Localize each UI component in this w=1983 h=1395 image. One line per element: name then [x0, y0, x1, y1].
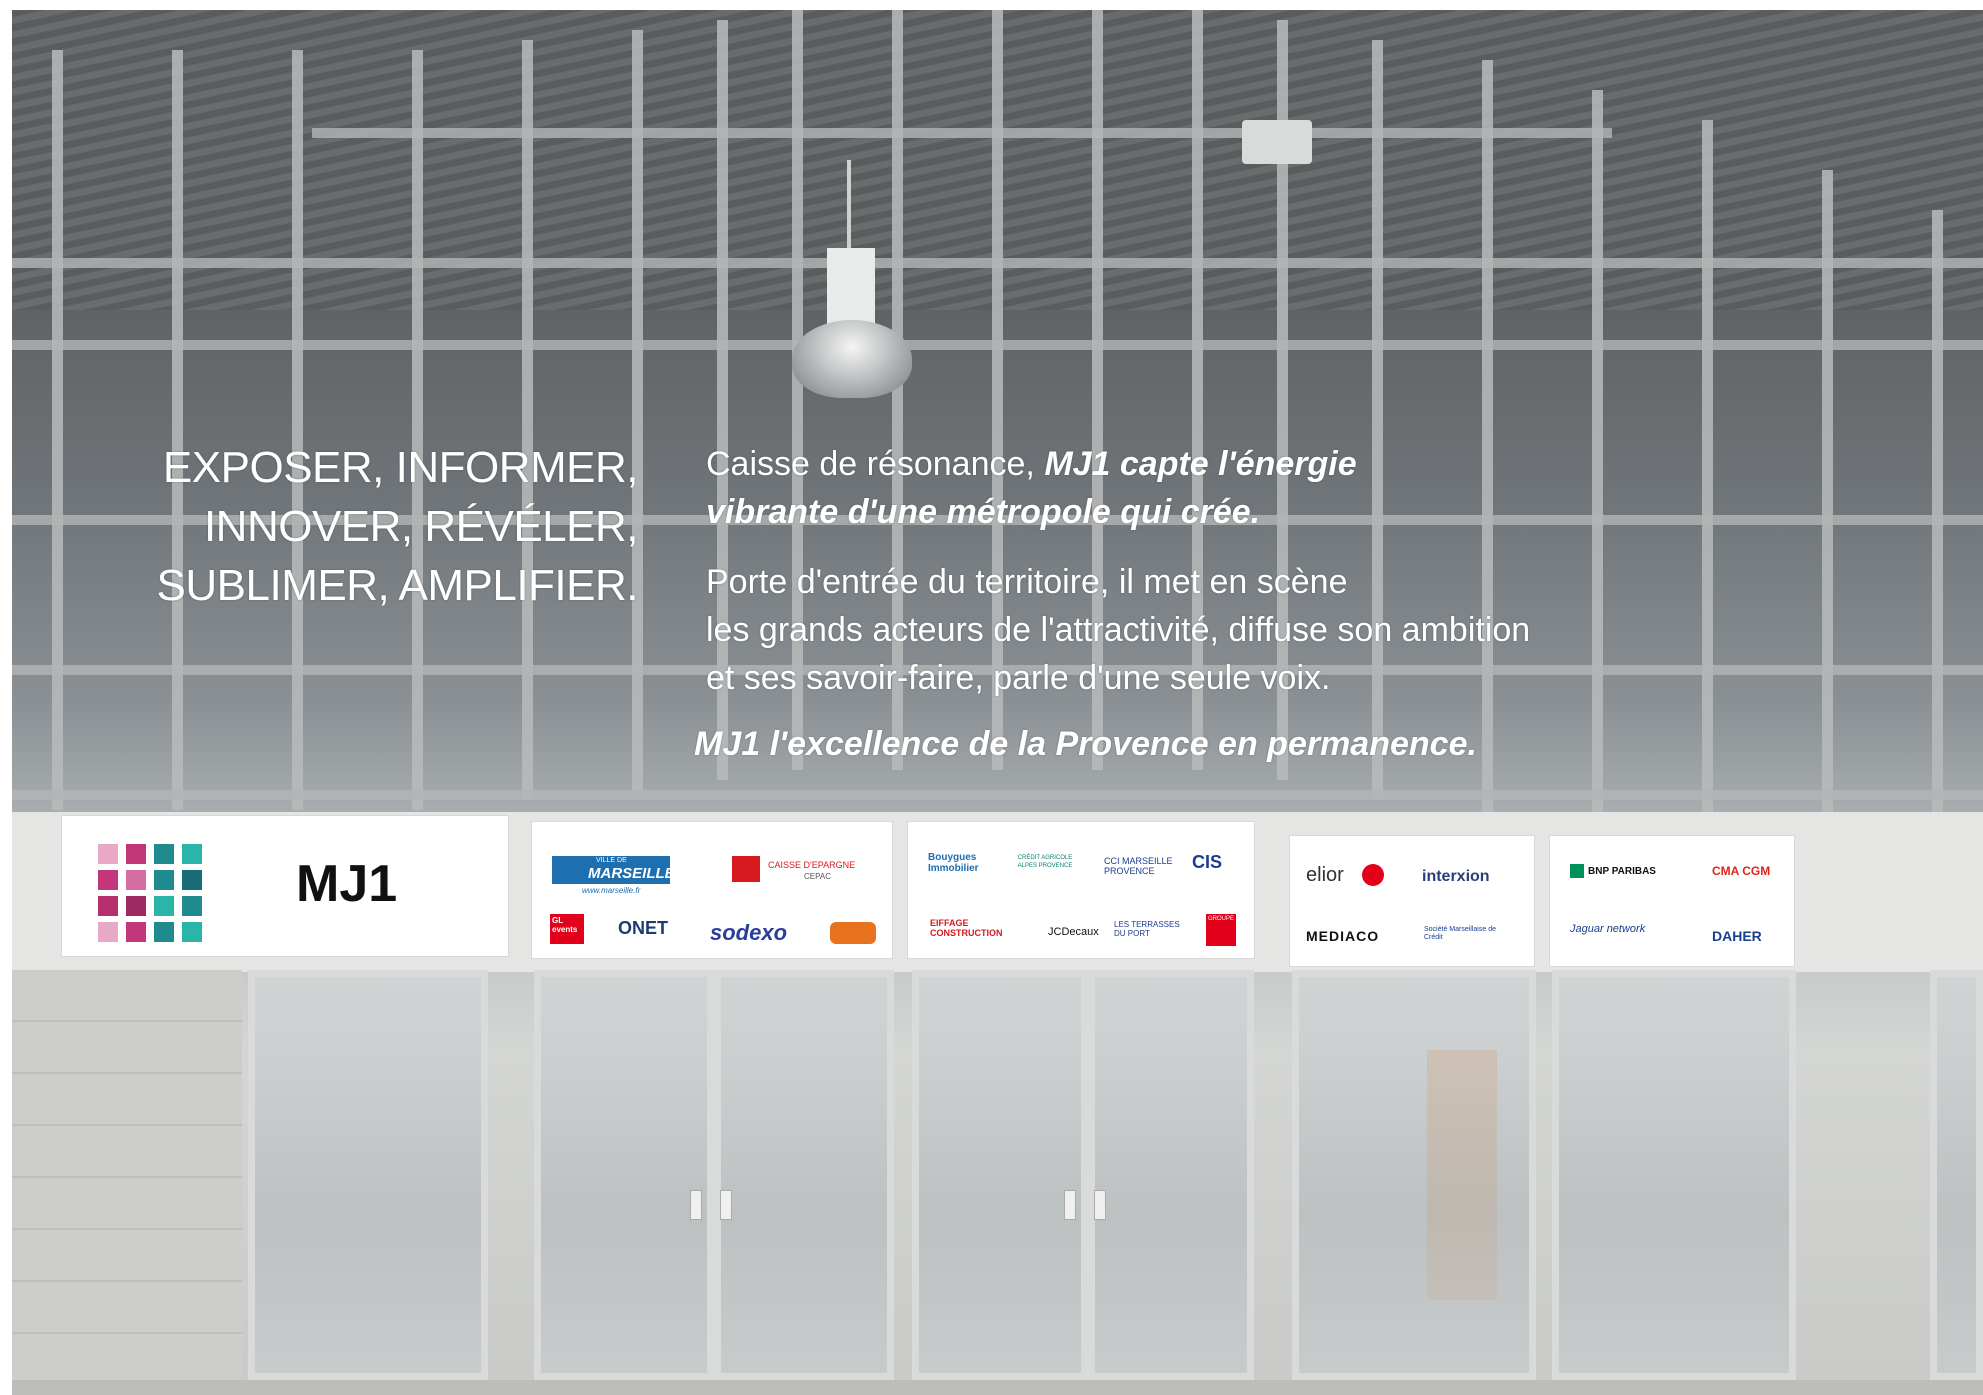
- cci-logo: CCI MARSEILLE PROVENCE: [1104, 856, 1173, 876]
- entrance-door[interactable]: [912, 970, 1088, 1380]
- window-transom: [12, 258, 1983, 268]
- headline-line: SUBLIMER, AMPLIFIER.: [156, 561, 639, 610]
- daher-logo: DAHER: [1712, 928, 1762, 944]
- door-handle[interactable]: [1064, 1190, 1076, 1220]
- entrance-door[interactable]: [248, 970, 488, 1380]
- sponsor-panel-2: Bouygues Immobilier CRÉDIT AGRICOLE ALPE…: [908, 822, 1254, 958]
- bnp-logo: BNP PARIBAS: [1588, 866, 1656, 877]
- intro-bold-line: vibrante d'une métropole qui crée.: [706, 493, 1261, 531]
- security-camera: [1242, 120, 1312, 164]
- headline: EXPOSER, INFORMER, INNOVER, RÉVÉLER, SUB…: [156, 438, 639, 615]
- intro-text: Caisse de résonance, MJ1 capte l'énergie…: [706, 440, 1357, 536]
- tagline: MJ1 l'excellence de la Provence en perma…: [694, 725, 1477, 763]
- body-line: Porte d'entrée du territoire, il met en …: [706, 563, 1348, 601]
- cepac-label: CEPAC: [804, 872, 831, 881]
- window-mullion: [1702, 120, 1713, 880]
- door-handle[interactable]: [1094, 1190, 1106, 1220]
- window-mullion: [522, 40, 533, 800]
- marseille-url: www.marseille.fr: [582, 886, 641, 895]
- headline-line: INNOVER, RÉVÉLER,: [203, 502, 639, 551]
- cis-logo: CIS: [1192, 852, 1223, 872]
- entrance-door[interactable]: [714, 970, 894, 1380]
- entrance-door[interactable]: [1552, 970, 1796, 1380]
- eiffage-logo: EIFFAGE CONSTRUCTION: [930, 918, 1003, 938]
- intro-bold: MJ1 capte l'énergie: [1044, 445, 1357, 483]
- terrasses-logo: LES TERRASSES DU PORT: [1114, 920, 1180, 938]
- headline-line: EXPOSER, INFORMER,: [162, 443, 639, 492]
- caisse-epargne-logo: [732, 856, 760, 882]
- window-transom: [12, 340, 1983, 350]
- elior-logo: elior: [1306, 864, 1344, 886]
- groupe-logo: GROUPE: [1206, 914, 1236, 946]
- body-line: et ses savoir-faire, parle d'une seule v…: [706, 659, 1331, 697]
- body-line: les grands acteurs de l'attractivité, di…: [706, 611, 1531, 649]
- side-wall: [12, 970, 242, 1380]
- interxion-logo: interxion: [1422, 868, 1490, 885]
- window-mullion: [1482, 60, 1493, 820]
- door-handle[interactable]: [720, 1190, 732, 1220]
- pendant-lamp: [792, 320, 912, 398]
- onet-logo: ONET: [618, 918, 669, 938]
- credit-agricole-logo: CRÉDIT AGRICOLE ALPES PROVENCE: [1017, 855, 1073, 869]
- mj1-sign: MJ1: [62, 816, 508, 956]
- window-mullion: [52, 50, 63, 810]
- facade-photo: EXPOSER, INFORMER, INNOVER, RÉVÉLER, SUB…: [12, 10, 1983, 1395]
- window-transom: [12, 790, 1983, 800]
- orange-badge-logo: [830, 922, 876, 944]
- marseille-name: MARSEILLE: [588, 865, 675, 882]
- body-text: Porte d'entrée du territoire, il met en …: [706, 558, 1530, 702]
- intro-plain: Caisse de résonance,: [706, 445, 1045, 483]
- entrance-door[interactable]: [1088, 970, 1254, 1380]
- sponsor-panel-1: VILLE DE MARSEILLE www.marseille.fr CAIS…: [532, 822, 892, 958]
- bouygues-logo: Bouygues Immobilier: [928, 852, 979, 874]
- brand-name: MJ1: [296, 855, 398, 913]
- window-mullion: [632, 30, 643, 790]
- jcdecaux-logo: JCDecaux: [1048, 926, 1099, 938]
- elior-mark-icon: [1362, 864, 1384, 886]
- sponsor-panel-3: elior interxion MEDIACO Société Marseill…: [1290, 836, 1534, 966]
- jaguar-logo: Jaguar network: [1570, 923, 1646, 935]
- cmacgm-logo: CMA CGM: [1712, 864, 1771, 878]
- lamp-cable: [847, 160, 851, 250]
- mediaco-logo: MEDIACO: [1306, 928, 1380, 944]
- marseille-ville: VILLE DE: [596, 857, 627, 864]
- window-mullion: [412, 50, 423, 810]
- bnp-icon: [1570, 864, 1584, 878]
- glass-panel: [1930, 970, 1983, 1380]
- lamp-housing: [827, 248, 875, 328]
- window-transom: [312, 128, 1612, 138]
- entrance-door[interactable]: [534, 970, 714, 1380]
- gl-events-logo: GL events: [550, 914, 584, 944]
- sodexo-logo: sodexo: [710, 920, 788, 945]
- window-mullion: [292, 50, 303, 810]
- mj1-logo-icon: [98, 844, 208, 944]
- door-handle[interactable]: [690, 1190, 702, 1220]
- floor: [12, 1380, 1983, 1395]
- entrance-door[interactable]: [1292, 970, 1536, 1380]
- caisse-epargne-label: CAISSE D'EPARGNE: [768, 860, 856, 870]
- window-mullion: [1592, 90, 1603, 850]
- marseille-logo: VILLE DE MARSEILLE: [552, 856, 675, 884]
- smc-logo: Société Marseillaise de Crédit: [1424, 926, 1496, 941]
- sponsor-panel-4: BNP PARIBAS CMA CGM Jaguar network DAHER: [1550, 836, 1794, 966]
- window-mullion: [172, 50, 183, 810]
